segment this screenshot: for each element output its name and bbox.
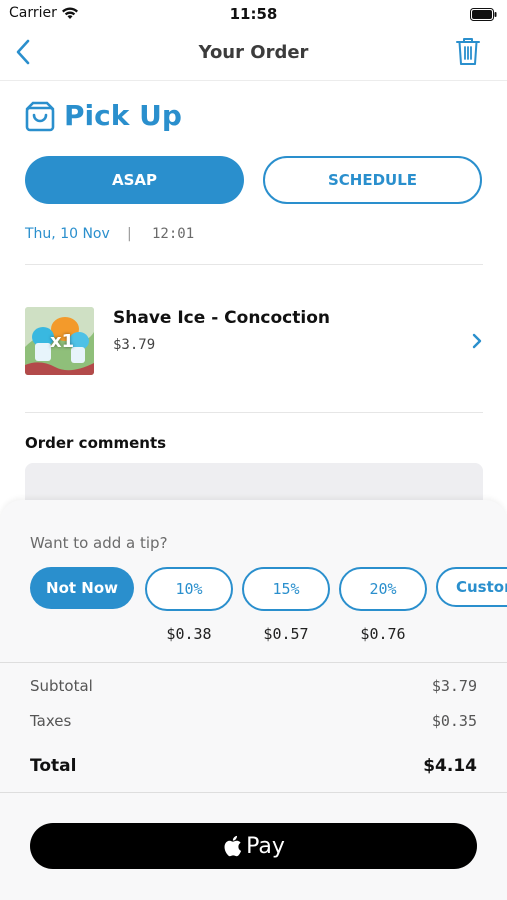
subtotal-value: $3.79	[431, 677, 477, 695]
divider	[25, 412, 483, 413]
apple-pay-button[interactable]: Pay	[30, 823, 477, 869]
status-bar: Carrier 11:58	[0, 0, 507, 28]
pickup-time[interactable]: 12:01	[152, 226, 194, 242]
tip-option-custom[interactable]: Custom	[436, 567, 507, 607]
tip-amount-15: $0.57	[263, 625, 309, 643]
battery-icon	[470, 6, 497, 21]
pickup-title: Pick Up	[64, 99, 182, 132]
trash-icon	[456, 38, 480, 65]
delete-order-button[interactable]	[454, 35, 482, 71]
schedule-button[interactable]: SCHEDULE	[263, 156, 482, 204]
taxes-label: Taxes	[30, 712, 72, 730]
total-value: $4.14	[423, 756, 477, 776]
total-label: Total	[30, 756, 77, 776]
tip-option-10[interactable]: 10%	[145, 567, 233, 611]
date-time-separator: |	[127, 226, 132, 242]
chevron-right-icon	[472, 333, 482, 349]
taxes-value: $0.35	[431, 712, 477, 730]
apple-icon	[222, 834, 242, 858]
page-title: Your Order	[198, 42, 309, 63]
pay-label: Pay	[246, 833, 285, 859]
tip-option-15[interactable]: 15%	[242, 567, 330, 611]
item-detail-button[interactable]	[469, 332, 485, 354]
divider	[0, 662, 507, 663]
tip-amount-10: $0.38	[166, 625, 212, 643]
shopping-bag-icon	[25, 100, 55, 136]
asap-button[interactable]: ASAP	[25, 156, 244, 204]
item-name[interactable]: Shave Ice - Concoction	[113, 308, 330, 328]
divider	[0, 792, 507, 793]
pickup-date[interactable]: Thu, 10 Nov	[25, 226, 110, 242]
nav-divider	[0, 80, 507, 81]
tip-option-20[interactable]: 20%	[339, 567, 427, 611]
order-comments-label: Order comments	[25, 434, 167, 452]
checkout-sheet: Want to add a tip? Not Now 10% 15% 20% C…	[0, 500, 507, 900]
item-thumbnail: x1	[25, 307, 94, 375]
clock: 11:58	[229, 5, 278, 23]
item-price: $3.79	[113, 337, 156, 353]
subtotal-label: Subtotal	[30, 677, 93, 695]
tip-amount-20: $0.76	[360, 625, 406, 643]
quantity-badge: x1	[50, 331, 75, 352]
divider	[25, 264, 483, 265]
tip-question: Want to add a tip?	[30, 534, 168, 552]
tip-option-not-now[interactable]: Not Now	[30, 567, 134, 609]
